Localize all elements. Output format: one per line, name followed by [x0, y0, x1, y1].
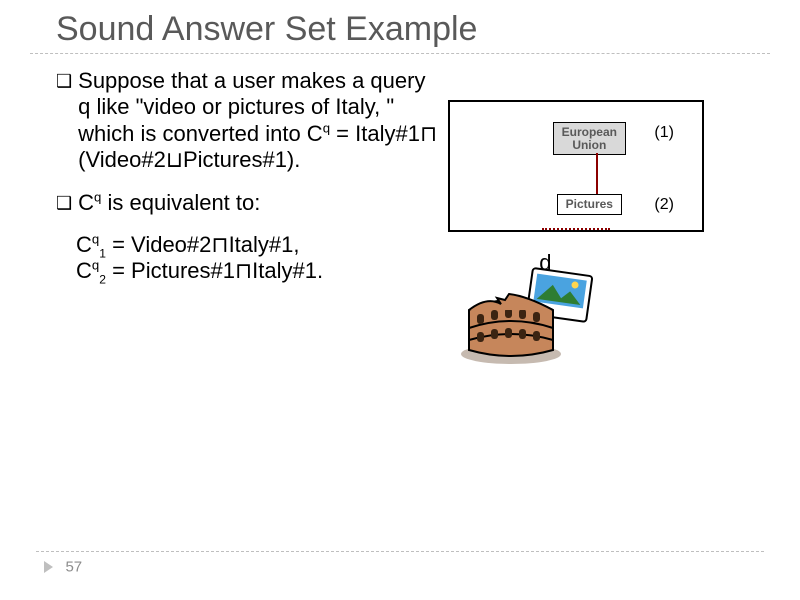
- footer-divider: [36, 551, 764, 552]
- context-box: European Union Pictures (1) (2): [448, 100, 704, 232]
- b2-prefix: C: [78, 190, 94, 215]
- eq1-mid: = Video#2: [106, 232, 211, 257]
- meet-op-icon: ⊓: [235, 258, 252, 283]
- context-chip-eu: European Union: [553, 122, 626, 155]
- eq2-sub: 2: [99, 273, 106, 287]
- context-dotted-connector: [542, 228, 610, 230]
- b1-mid: = Italy#1: [330, 121, 420, 146]
- eq1-sub: 1: [99, 246, 106, 260]
- b1-open: (Video#2: [78, 147, 166, 172]
- context-label-1: (1): [654, 124, 674, 142]
- bullet-marker-icon: ❑: [56, 71, 72, 174]
- title-divider: [30, 53, 770, 54]
- body: ❑ Suppose that a user makes a query q li…: [56, 68, 760, 301]
- bullet-marker-icon: ❑: [56, 193, 72, 216]
- left-column: ❑ Suppose that a user makes a query q li…: [56, 68, 443, 301]
- equations: Cq1 = Video#2⊓Italy#1, Cq2 = Pictures#1⊓…: [76, 232, 443, 285]
- slide-title: Sound Answer Set Example: [56, 10, 760, 49]
- b1-sup: q: [323, 121, 330, 136]
- right-column: European Union Pictures (1) (2) d: [443, 68, 760, 301]
- eq2-mid: = Pictures#1: [106, 258, 235, 283]
- context-connector: [596, 153, 598, 194]
- bullet-2-text: Cq is equivalent to:: [78, 190, 443, 216]
- b1-close: Pictures#1).: [183, 147, 300, 172]
- page-number: 57: [65, 558, 82, 575]
- context-label-2: (2): [654, 196, 674, 214]
- meet-op-icon: ⊓: [420, 121, 437, 146]
- meet-op-icon: ⊓: [211, 232, 228, 257]
- eq2-rhs: Italy#1.: [252, 258, 323, 283]
- eq2-sup: q: [92, 258, 99, 273]
- equations-text: Cq1 = Video#2⊓Italy#1, Cq2 = Pictures#1⊓…: [76, 232, 443, 285]
- page-arrow-icon: [44, 561, 53, 573]
- footer: 57: [36, 551, 764, 576]
- italy-clipart-icon: [457, 266, 603, 366]
- context-chip-pictures: Pictures: [557, 194, 622, 215]
- eq2-lhs: C: [76, 258, 92, 283]
- eq1-sup: q: [92, 232, 99, 247]
- chip1-line2: Union: [572, 138, 606, 152]
- eq1-rhs: Italy#1,: [229, 232, 300, 257]
- join-op-icon: ⊔: [166, 147, 183, 172]
- b2-suffix: is equivalent to:: [101, 190, 260, 215]
- bullet-1: ❑ Suppose that a user makes a query q li…: [56, 68, 443, 174]
- eq1-lhs: C: [76, 232, 92, 257]
- slide: Sound Answer Set Example ❑ Suppose that …: [0, 0, 800, 600]
- bullet-1-text: Suppose that a user makes a query q like…: [78, 68, 443, 174]
- bullet-2: ❑ Cq is equivalent to:: [56, 190, 443, 216]
